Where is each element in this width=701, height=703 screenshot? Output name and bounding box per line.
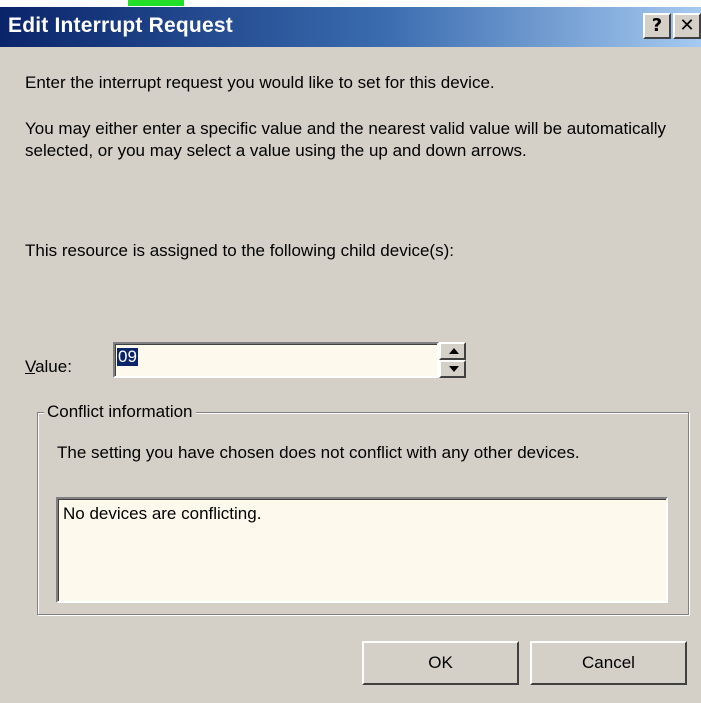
- conflict-legend: Conflict information: [44, 401, 196, 423]
- close-button[interactable]: ✕: [673, 13, 701, 39]
- help-icon: ?: [651, 15, 663, 36]
- top-strip: [0, 0, 701, 7]
- help-text: You may either enter a specific value an…: [25, 119, 667, 160]
- title-bar: Edit Interrupt Request ? ✕: [0, 7, 701, 47]
- value-spinner: [439, 342, 466, 378]
- value-label-mnemonic: V: [25, 357, 36, 376]
- value-input-text[interactable]: 09: [117, 348, 138, 366]
- child-devices-text: This resource is assigned to the followi…: [25, 241, 454, 260]
- ok-button[interactable]: OK: [362, 641, 519, 685]
- conflict-list-text: No devices are conflicting.: [63, 504, 262, 523]
- value-input[interactable]: 09: [113, 342, 439, 378]
- conflict-list[interactable]: No devices are conflicting.: [56, 497, 668, 603]
- conflict-message: The setting you have chosen does not con…: [57, 443, 580, 462]
- arrow-down-icon: [449, 366, 459, 372]
- value-label: Value:: [25, 356, 72, 378]
- close-icon: ✕: [679, 15, 695, 36]
- cancel-button[interactable]: Cancel: [530, 641, 687, 685]
- instruction-text: Enter the interrupt request you would li…: [25, 73, 495, 92]
- help-button[interactable]: ?: [643, 13, 671, 39]
- spin-up-button[interactable]: [439, 342, 466, 360]
- value-label-rest: alue:: [35, 357, 72, 376]
- highlight-marker: [128, 0, 184, 6]
- edit-interrupt-request-dialog: Edit Interrupt Request ? ✕ Enter the int…: [0, 7, 701, 703]
- arrow-up-icon: [449, 348, 459, 354]
- spin-down-button[interactable]: [439, 360, 466, 378]
- value-input-bevel: [115, 344, 437, 376]
- window-title: Edit Interrupt Request: [8, 14, 233, 37]
